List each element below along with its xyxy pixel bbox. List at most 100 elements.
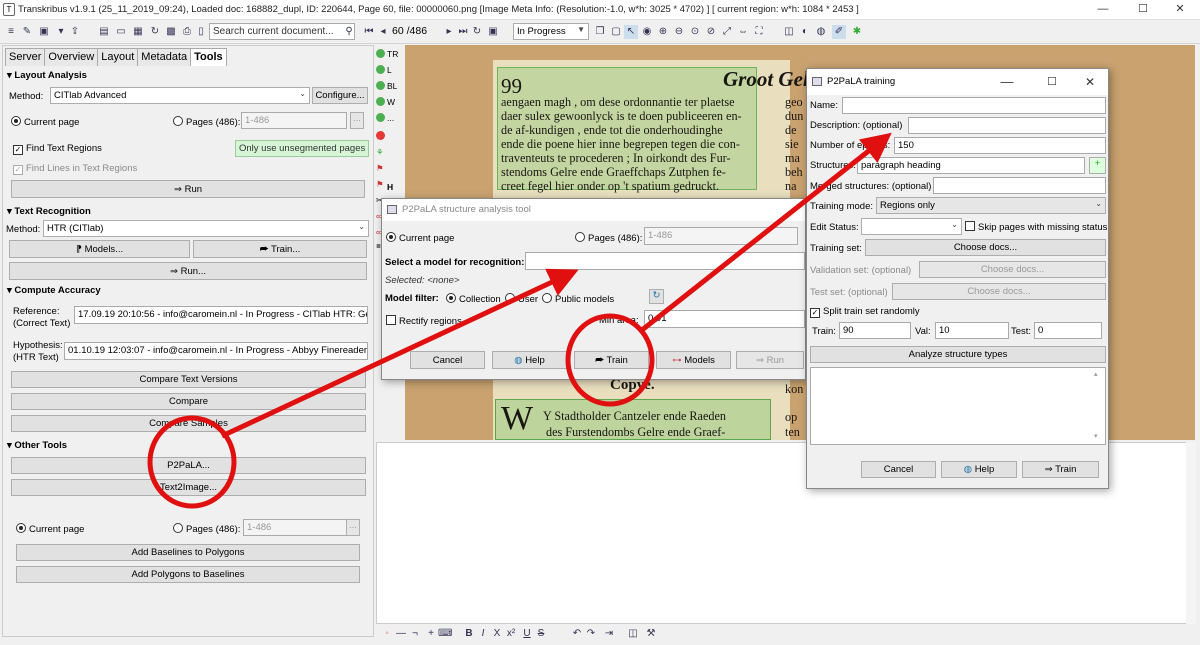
rectify-checkbox[interactable]: Rectify regions (386, 315, 462, 327)
compare-samples-button[interactable]: Compare Samples (11, 415, 366, 432)
page-indicator[interactable]: 60 /486 (388, 23, 444, 40)
tab-tools[interactable]: Tools (190, 48, 227, 66)
zoom-fit-icon[interactable]: ⊙ (688, 25, 702, 39)
skip-pages-checkbox[interactable]: Skip pages with missing status (965, 221, 1107, 233)
minimize-icon[interactable]: — (992, 73, 1022, 93)
pages-browse-button[interactable]: ... (350, 112, 364, 129)
bold-button[interactable]: B (462, 627, 476, 641)
epochs-field[interactable]: 150 (894, 137, 1106, 154)
merged-structures-field[interactable] (933, 177, 1106, 194)
undo-icon[interactable]: ↶ (570, 627, 584, 641)
strikethrough-button[interactable]: S (534, 627, 548, 641)
reload-icon[interactable]: ↻ (470, 25, 484, 39)
compare-versions-button[interactable]: Compare Text Versions (11, 371, 366, 388)
sd-pages-radio[interactable]: Pages (486): (575, 232, 642, 244)
zoom-width-icon[interactable]: ⊘ (704, 25, 718, 39)
text2image-button[interactable]: Text2Image... (11, 479, 366, 496)
save-page-icon[interactable]: ▣ (486, 25, 500, 39)
maximize-icon[interactable]: ☐ (1123, 0, 1163, 20)
pages-radio[interactable]: Pages (486): (173, 116, 240, 128)
layer-tr[interactable]: TR (376, 49, 398, 59)
val-field[interactable]: 10 (935, 322, 1009, 339)
edit-icon[interactable]: ✐ (832, 25, 846, 39)
scroll-up-icon[interactable]: ▴ (1094, 370, 1098, 378)
ot-pages-radio[interactable]: Pages (486): (173, 523, 240, 535)
settings-icon[interactable]: ◍ (814, 25, 828, 39)
sd-current-page-radio[interactable]: Current page (386, 232, 454, 244)
panel-icon[interactable]: ▣ (37, 25, 51, 39)
search-input[interactable]: Search current document... (209, 23, 355, 40)
tool-icon-3[interactable]: ⚑ (376, 179, 384, 190)
td-help-button[interactable]: ◍ Help (941, 461, 1017, 478)
superscript-button[interactable]: x² (504, 627, 518, 641)
reference-field[interactable]: 17.09.19 20:10:56 - info@caromein.nl - I… (74, 306, 368, 324)
redo-icon[interactable]: ↷ (584, 627, 598, 641)
doc-icon[interactable]: ▯ (194, 25, 208, 39)
copy-icon[interactable]: ❐ (593, 25, 607, 39)
hypothesis-field[interactable]: 01.10.19 12:03:07 - info@caromein.nl - I… (64, 342, 368, 360)
expand-icon[interactable]: ⇔ (736, 25, 750, 39)
text-recognition-header[interactable]: ▾ Text Recognition (7, 206, 91, 217)
ot-current-page-radio[interactable]: Current page (16, 523, 84, 535)
status-select[interactable]: In Progress ▼ (513, 23, 589, 40)
train-field[interactable]: 90 (839, 322, 911, 339)
print-icon[interactable]: ⎙ (180, 25, 194, 39)
refresh-icon[interactable]: ↻ (148, 25, 162, 39)
structure-types-list[interactable] (810, 367, 1106, 445)
upload-icon[interactable]: ⇪ (68, 25, 82, 39)
pages-range-field[interactable]: 1-486 (241, 112, 347, 129)
tab-metadata[interactable]: Metadata (137, 48, 192, 66)
tab-layout[interactable]: Layout (97, 48, 139, 66)
tool-icon-2[interactable]: ⚑ (376, 163, 384, 174)
filter-collection-radio[interactable]: Collection (446, 293, 501, 305)
page-current[interactable]: 60 (392, 25, 404, 37)
find-lines-checkbox[interactable]: ✓ Find Lines in Text Regions (13, 163, 137, 175)
td-cancel-button[interactable]: Cancel (861, 461, 936, 478)
fullscreen-icon[interactable]: ⛶ (752, 25, 766, 39)
sd-pages-range[interactable]: 1-486 (644, 227, 798, 245)
color-icon[interactable]: ◐ (798, 25, 812, 39)
training-mode-select[interactable]: Regions only ⌄ (876, 197, 1106, 214)
filter-public-radio[interactable]: Public models (542, 293, 614, 305)
validation-set-button[interactable]: Choose docs... (919, 261, 1106, 278)
add-structure-button[interactable]: + (1089, 157, 1106, 174)
htr-run-button[interactable]: ⇒ Run... (9, 262, 367, 280)
p2pala-button[interactable]: P2PaLA... (11, 457, 366, 474)
add-icon[interactable]: + (424, 627, 438, 641)
filter-user-radio[interactable]: User (505, 293, 538, 305)
editor-scrollbar[interactable] (1186, 442, 1196, 624)
sd-models-button[interactable]: ⊶ Models (656, 351, 731, 369)
la-run-button[interactable]: ⇒ Run (11, 180, 365, 198)
only-unsegmented-toggle[interactable]: Only use unsegmented pages (235, 140, 370, 157)
close-icon[interactable]: ✕ (1160, 0, 1200, 20)
find-text-regions-checkbox[interactable]: ✓ Find Text Regions (13, 143, 102, 155)
virtual-keyboard-icon[interactable]: ⌨ (438, 627, 452, 641)
layer-bl[interactable]: BL (376, 81, 397, 91)
models-button[interactable]: ⁋ Models... (9, 240, 190, 258)
fit-icon[interactable]: ⤢ (720, 25, 734, 39)
close-icon[interactable]: ✕ (1075, 73, 1105, 93)
minimize-icon[interactable]: — (1083, 0, 1123, 20)
pen-icon[interactable]: ✎ (20, 25, 34, 39)
sd-help-button[interactable]: ◍ Help (492, 351, 567, 369)
model-select-field[interactable] (525, 252, 805, 270)
configure-button[interactable]: Configure... (312, 87, 368, 104)
ot-pages-range-field[interactable]: 1-486 (243, 519, 347, 536)
save-icon[interactable]: ▩ (164, 25, 178, 39)
current-page-radio[interactable]: Current page (11, 116, 79, 128)
paste-icon[interactable]: ▢ (609, 25, 623, 39)
other-tools-header[interactable]: ▾ Other Tools (7, 440, 67, 451)
search-icon[interactable]: ⚲ (342, 25, 356, 39)
min-area-field[interactable]: 0.01 (644, 310, 805, 328)
tool-icon-1[interactable]: ⚘ (376, 147, 384, 158)
compare-button[interactable]: Compare (11, 393, 366, 410)
dropdown-icon[interactable]: ▾ (54, 25, 68, 39)
image-icon[interactable]: ▦ (131, 25, 145, 39)
polygons-to-baselines-button[interactable]: Add Polygons to Baselines (16, 566, 360, 583)
layer-w[interactable]: W (376, 97, 395, 107)
tab-overview[interactable]: Overview (44, 48, 99, 66)
open-icon[interactable]: ▤ (97, 25, 111, 39)
bug-icon[interactable]: ✱ (850, 25, 864, 39)
zoom-out-icon[interactable]: ⊖ (672, 25, 686, 39)
layout-icon[interactable]: ◫ (626, 627, 640, 641)
